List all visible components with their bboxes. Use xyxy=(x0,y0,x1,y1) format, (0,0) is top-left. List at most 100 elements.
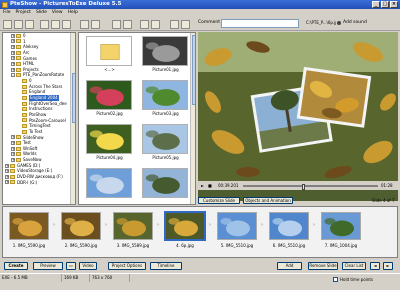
expand-toggle-icon[interactable]: + xyxy=(5,169,9,174)
tree-scrollbar[interactable] xyxy=(70,33,75,204)
forward-icon[interactable] xyxy=(14,19,23,29)
slide-right-icon[interactable]: ► xyxy=(383,262,393,270)
thumbnail-image xyxy=(86,168,132,198)
menu-view[interactable]: View xyxy=(52,9,63,17)
expand-toggle-icon[interactable]: + xyxy=(11,45,15,50)
tree-item[interactable]: - PTE_PanZoomRotate xyxy=(3,72,75,78)
expand-toggle-icon[interactable]: + xyxy=(5,180,9,185)
thumbnail-scrollbar[interactable] xyxy=(190,33,195,204)
slide-caption: 6. IMG_5510.jpg xyxy=(272,243,306,248)
play-icon[interactable]: ► xyxy=(201,181,204,190)
expand-toggle-icon[interactable]: + xyxy=(5,163,9,168)
save-project-icon[interactable] xyxy=(62,19,71,29)
transition-icon[interactable]: › xyxy=(53,222,58,230)
sort-icon[interactable] xyxy=(140,19,149,29)
transition-icon[interactable]: › xyxy=(261,222,266,230)
folder-tree[interactable]: +0 +1 + Aleksey + Arc + Games + HTML + Projects - PTE… xyxy=(2,32,76,205)
project-options-button[interactable]: Project Options xyxy=(108,262,146,270)
thumbnail-item[interactable]: Picture01.jpg xyxy=(138,36,193,72)
back-icon[interactable] xyxy=(3,19,12,29)
slide-list[interactable]: 1. IMG_5590.jpg › 2. IMG_5590.jpg › 3. IMG_5… xyxy=(2,206,398,258)
rotate-right-icon[interactable] xyxy=(123,19,132,29)
seek-thumb[interactable] xyxy=(302,183,306,190)
expand-toggle-icon[interactable]: + xyxy=(11,62,15,67)
menu-slide[interactable]: Slide xyxy=(36,9,47,17)
thumbnail-item[interactable]: Picture04.jpg xyxy=(82,124,137,160)
clear-list-button[interactable]: Clear List xyxy=(342,262,366,270)
menu-file[interactable]: File xyxy=(3,9,11,17)
expand-toggle-icon[interactable]: + xyxy=(11,33,15,38)
slide-caption: 1. IMG_5590.jpg xyxy=(12,243,46,248)
seek-track[interactable] xyxy=(243,183,378,190)
up-folder-icon[interactable] xyxy=(25,19,34,29)
view-mode-icon[interactable] xyxy=(80,19,89,29)
slide-item[interactable]: 4. 6p.jpg xyxy=(164,211,206,248)
close-button[interactable]: × xyxy=(390,1,398,8)
thumbnail-caption: Picture02.jpg xyxy=(96,111,123,116)
thumbnail-item[interactable]: <...> xyxy=(82,36,137,72)
delete-icon[interactable] xyxy=(170,19,179,29)
thumbnail-item[interactable]: Picture05.jpg xyxy=(138,124,193,160)
folder-icon xyxy=(22,95,27,100)
tree-item[interactable] xyxy=(3,197,75,203)
expand-toggle-icon[interactable]: - xyxy=(11,73,15,78)
menu-help[interactable]: Help xyxy=(68,9,78,17)
customize-slide-button[interactable]: Customize Slide xyxy=(198,197,240,204)
slide-item[interactable]: 6. IMG_5510.jpg xyxy=(269,212,309,248)
video-button[interactable]: Video xyxy=(79,262,97,270)
comment-input[interactable] xyxy=(221,18,299,28)
expand-toggle-icon[interactable]: + xyxy=(11,50,15,55)
expand-toggle-icon[interactable]: + xyxy=(11,157,15,162)
screen-icon[interactable]: ▭ xyxy=(66,262,76,270)
maximize-button[interactable]: □ xyxy=(381,1,389,8)
objects-animation-button[interactable]: Objects and Animation xyxy=(243,197,293,204)
open-project-icon[interactable] xyxy=(51,19,60,29)
transition-icon[interactable]: › xyxy=(209,222,214,230)
thumbnail-scrollbar-thumb[interactable] xyxy=(191,35,195,105)
rotate-left-icon[interactable] xyxy=(112,19,121,29)
slide-item[interactable]: 7. IMG_1004.jpg xyxy=(321,212,361,248)
remove-slide-button[interactable]: Remove Slide xyxy=(308,262,338,270)
timeline-button[interactable]: Timeline xyxy=(150,262,182,270)
menu-bar: File Project Slide View Help xyxy=(0,9,400,17)
add-sound-toggle[interactable]: Add sound xyxy=(337,20,367,25)
thumbnail-item[interactable]: Picture03.jpg xyxy=(138,80,193,116)
stop-icon[interactable]: ■ xyxy=(208,181,212,190)
properties-icon[interactable] xyxy=(181,19,190,29)
tree-scrollbar-thumb[interactable] xyxy=(71,73,75,123)
menu-project[interactable]: Project xyxy=(16,9,31,17)
transition-icon[interactable]: › xyxy=(157,222,162,230)
thumbnail-size-icon[interactable] xyxy=(91,19,100,29)
thumbnail-item[interactable]: Picture02.jpg xyxy=(82,80,137,116)
expand-toggle-icon[interactable]: + xyxy=(5,174,9,179)
slide-item[interactable]: 5. IMG_5510.jpg xyxy=(217,212,257,248)
refresh-icon[interactable] xyxy=(151,19,160,29)
hold-time-points-checkbox[interactable]: Hold time points xyxy=(333,276,373,284)
new-project-icon[interactable] xyxy=(40,19,49,29)
slide-left-icon[interactable]: ◄ xyxy=(370,262,380,270)
expand-toggle-icon[interactable]: + xyxy=(11,67,15,72)
transition-icon[interactable]: › xyxy=(313,222,318,230)
folder-icon xyxy=(22,101,27,106)
time-current: 00:39.201 xyxy=(218,183,239,188)
expand-toggle-icon[interactable]: + xyxy=(11,152,15,157)
minimize-button[interactable]: _ xyxy=(372,1,380,8)
thumbnail-item[interactable] xyxy=(138,168,193,199)
expand-toggle-icon[interactable]: + xyxy=(11,56,15,61)
thumbnail-item[interactable] xyxy=(82,168,137,199)
add-button[interactable]: Add xyxy=(277,262,302,270)
speaker-icon xyxy=(337,20,341,25)
expand-toggle-icon[interactable]: + xyxy=(11,146,15,151)
create-button[interactable]: Create xyxy=(4,262,28,270)
expand-toggle-icon[interactable]: + xyxy=(11,140,15,145)
preview-button[interactable]: Preview xyxy=(33,262,63,270)
slide-thumbnail xyxy=(61,212,101,240)
thumbnail-grid[interactable]: <...> Picture01.jpg Picture02.jpg Picture03… xyxy=(78,32,196,205)
slide-item[interactable]: 2. IMG_5590.jpg xyxy=(61,212,101,248)
expand-toggle-icon[interactable]: + xyxy=(11,135,15,140)
folder-icon xyxy=(16,39,21,44)
expand-toggle-icon[interactable]: + xyxy=(11,39,15,44)
transition-icon[interactable]: › xyxy=(105,222,110,230)
slide-item[interactable]: 1. IMG_5590.jpg xyxy=(9,212,49,248)
slide-item[interactable]: 3. IMG_5589.jpg xyxy=(113,212,153,248)
